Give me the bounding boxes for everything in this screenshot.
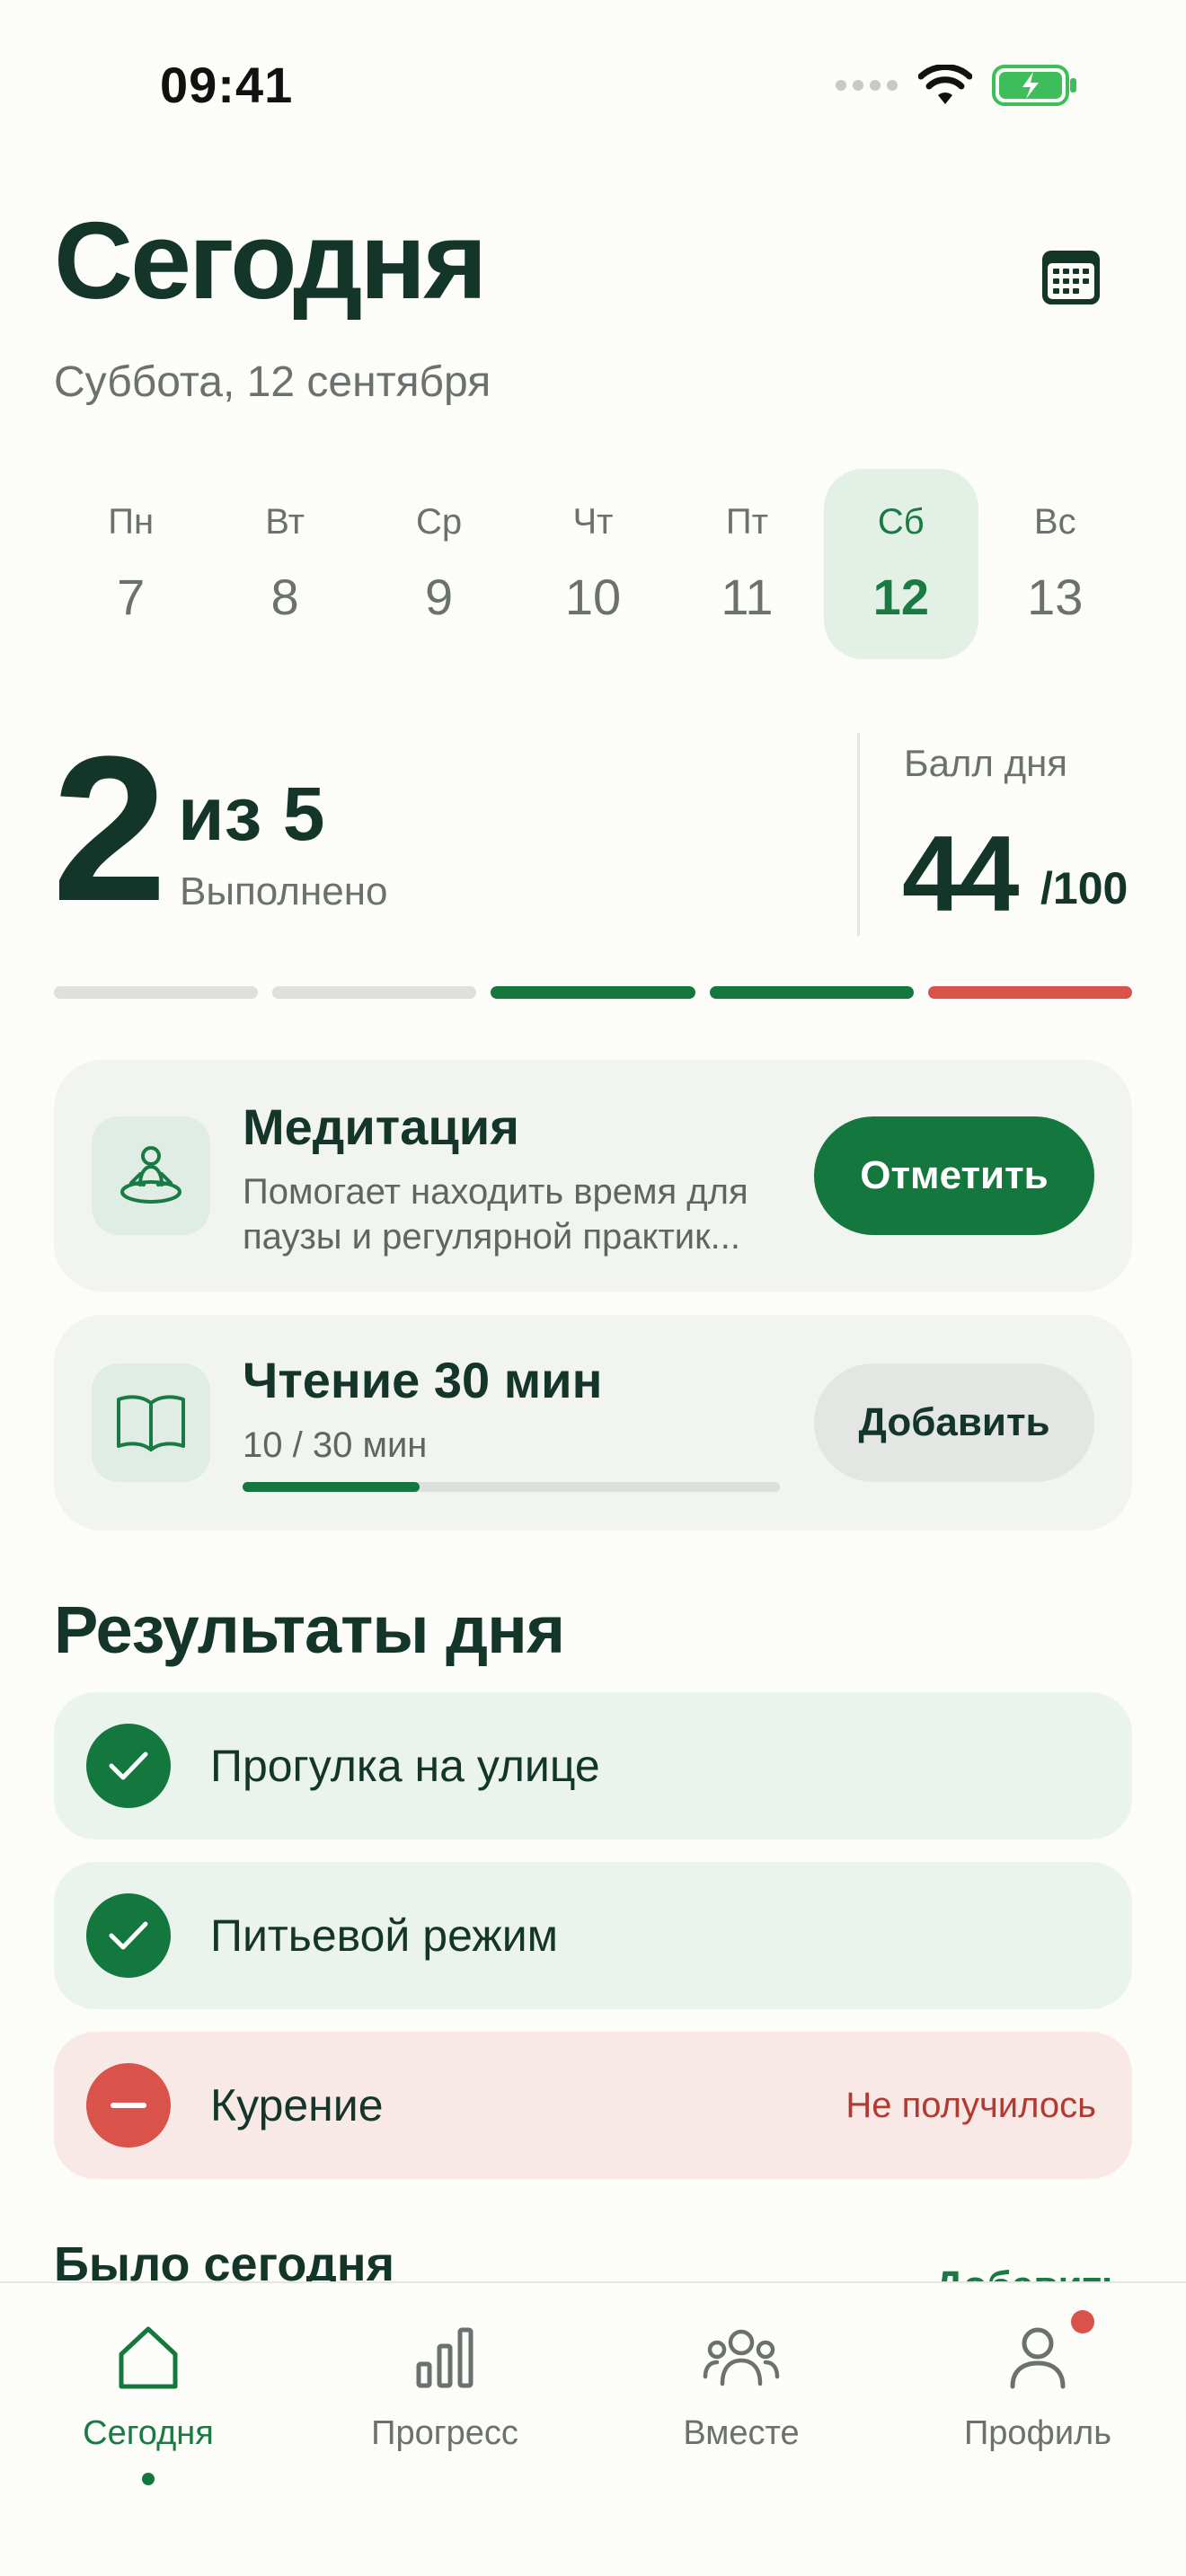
tab-profile[interactable]: Профиль xyxy=(890,2283,1186,2576)
page-title: Сегодня xyxy=(54,199,487,322)
habit-progress-text: 10 / 30 мин xyxy=(243,1425,428,1465)
calendar-icon xyxy=(1042,251,1100,304)
result-smoking[interactable]: Курение Не получилось xyxy=(54,2032,1132,2179)
summary-divider xyxy=(857,733,860,936)
mark-button[interactable]: Отметить xyxy=(814,1116,1094,1235)
day-wed[interactable]: Ср 9 xyxy=(362,469,516,659)
result-status: Не получилось xyxy=(845,2085,1096,2125)
tab-together[interactable]: Вместе xyxy=(593,2283,890,2576)
check-icon xyxy=(86,1724,171,1808)
tab-bar: Сегодня Прогресс Вместе Профиль xyxy=(0,2281,1186,2576)
score-value: 44 xyxy=(902,814,1019,934)
week-strip: Пн 7 Вт 8 Ср 9 Чт 10 Пт 11 Сб 12 Вс 13 xyxy=(54,469,1132,659)
day-name: Чт xyxy=(572,502,614,542)
minus-icon xyxy=(86,2063,171,2148)
day-tue[interactable]: Вт 8 xyxy=(208,469,361,659)
day-thu[interactable]: Чт 10 xyxy=(516,469,669,659)
habit-progress-bar xyxy=(243,1482,780,1492)
calendar-button[interactable] xyxy=(1039,244,1103,309)
wifi-icon xyxy=(918,65,972,104)
habit-card-reading[interactable]: Чтение 30 мин 10 / 30 мин Добавить xyxy=(54,1315,1132,1531)
tab-label: Прогресс xyxy=(371,2414,518,2452)
results-title: Результаты дня xyxy=(54,1592,565,1667)
done-count: 2 xyxy=(52,713,167,944)
battery-icon xyxy=(992,65,1076,106)
day-name: Ср xyxy=(415,502,463,542)
add-button[interactable]: Добавить xyxy=(814,1363,1094,1482)
day-number: 13 xyxy=(1027,569,1084,625)
meditation-icon xyxy=(92,1116,210,1235)
segment-3 xyxy=(491,986,695,999)
signal-dots-icon xyxy=(836,80,898,91)
profile-icon xyxy=(1008,2317,1067,2398)
day-name: Пт xyxy=(725,502,768,542)
page-date: Суббота, 12 сентября xyxy=(54,358,491,406)
people-icon xyxy=(703,2317,780,2398)
result-walk[interactable]: Прогулка на улице xyxy=(54,1692,1132,1839)
day-number: 11 xyxy=(721,569,774,625)
tab-today[interactable]: Сегодня xyxy=(0,2283,296,2576)
result-label: Курение xyxy=(210,2080,384,2130)
habit-card-meditation[interactable]: Медитация Помогает находить время для па… xyxy=(54,1060,1132,1292)
active-tab-indicator xyxy=(142,2473,155,2485)
day-name: Сб xyxy=(877,502,925,542)
day-fri[interactable]: Пт 11 xyxy=(670,469,824,659)
day-name: Вс xyxy=(1033,502,1076,542)
score-label: Балл дня xyxy=(904,742,1068,784)
bar-chart-icon xyxy=(415,2317,474,2398)
result-water[interactable]: Питьевой режим xyxy=(54,1862,1132,2009)
day-number: 9 xyxy=(424,569,454,625)
day-name: Вт xyxy=(265,502,305,542)
tab-label: Сегодня xyxy=(83,2414,214,2452)
tab-label: Вместе xyxy=(683,2414,800,2452)
habit-title: Медитация xyxy=(243,1098,519,1155)
status-time: 09:41 xyxy=(160,57,294,113)
tab-label: Профиль xyxy=(963,2414,1112,2452)
notification-badge xyxy=(1071,2310,1094,2333)
result-label: Прогулка на улице xyxy=(210,1741,600,1791)
segment-4 xyxy=(709,986,914,999)
done-label: Выполнено xyxy=(180,869,388,913)
day-number: 10 xyxy=(564,569,622,625)
book-icon xyxy=(92,1363,210,1482)
done-total: из 5 xyxy=(178,772,325,856)
home-icon xyxy=(116,2317,181,2398)
tab-progress[interactable]: Прогресс xyxy=(296,2283,593,2576)
day-name: Пн xyxy=(108,502,155,542)
segment-5 xyxy=(927,986,1133,999)
segment-1 xyxy=(54,986,259,999)
habit-description: Помогает находить время для паузы и регу… xyxy=(243,1172,748,1257)
status-icons xyxy=(836,65,1078,106)
day-sun[interactable]: Вс 13 xyxy=(978,469,1132,659)
day-number: 12 xyxy=(872,569,929,625)
habit-segments xyxy=(54,986,1133,999)
day-number: 7 xyxy=(117,569,146,625)
habit-progress-fill xyxy=(243,1482,420,1492)
check-icon xyxy=(86,1893,171,1978)
habit-title: Чтение 30 мин xyxy=(243,1352,603,1408)
score-max: /100 xyxy=(1040,863,1128,913)
segment-2 xyxy=(272,986,477,999)
day-mon[interactable]: Пн 7 xyxy=(54,469,208,659)
result-label: Питьевой режим xyxy=(210,1910,559,1961)
day-number: 8 xyxy=(270,569,299,625)
day-sat-selected[interactable]: Сб 12 xyxy=(824,469,978,659)
